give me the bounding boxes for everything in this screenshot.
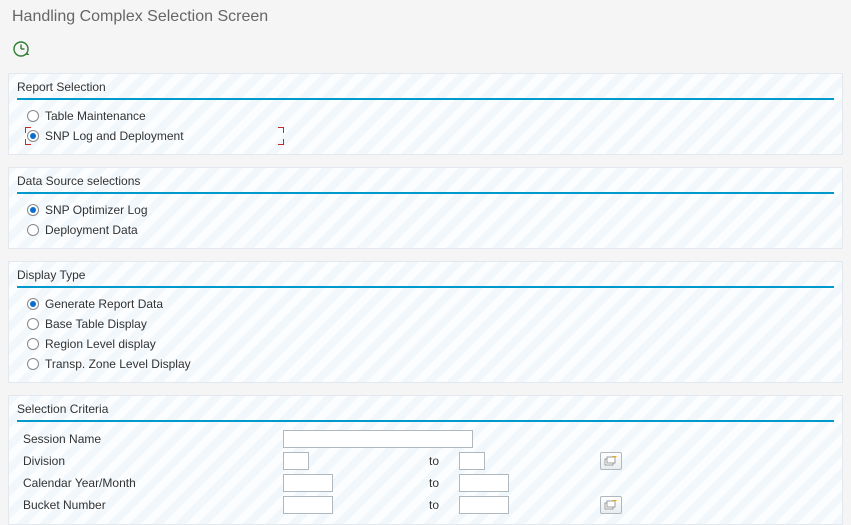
group-title: Report Selection [17,78,834,100]
group-title: Selection Criteria [17,400,834,422]
to-label: to [429,454,459,468]
page-title: Handling Complex Selection Screen [0,0,851,34]
radio-icon[interactable] [27,338,39,350]
field-label: Bucket Number [23,498,283,512]
multiple-selection-icon [604,499,618,511]
radio-row-snp-optimizer[interactable]: SNP Optimizer Log [17,200,834,220]
multiple-selection-icon [604,455,618,467]
focus-bracket-icon [278,127,284,133]
group-title: Display Type [17,266,834,288]
execute-icon[interactable] [12,40,30,58]
radio-label: Generate Report Data [45,297,163,311]
group-selection-criteria: Selection Criteria Session Name Division… [8,395,843,525]
radio-row-generate-report[interactable]: Generate Report Data [17,294,834,314]
group-data-source: Data Source selections SNP Optimizer Log… [8,167,843,249]
radio-icon[interactable] [27,358,39,370]
field-label: Division [23,454,283,468]
group-report-selection: Report Selection Table Maintenance SNP L… [8,73,843,155]
toolbar [0,34,851,73]
multiple-selection-button[interactable] [600,496,622,514]
criteria-row-session-name: Session Name [17,428,834,450]
group-title: Data Source selections [17,172,834,194]
field-label: Session Name [23,432,283,446]
radio-icon[interactable] [27,204,39,216]
radio-row-table-maintenance[interactable]: Table Maintenance [17,106,834,126]
bucket-from-input[interactable] [283,496,333,514]
radio-row-base-table[interactable]: Base Table Display [17,314,834,334]
session-name-input[interactable] [283,430,473,448]
radio-row-region-level[interactable]: Region Level display [17,334,834,354]
radio-icon[interactable] [27,298,39,310]
radio-label: Deployment Data [45,223,138,237]
radio-label: Table Maintenance [45,109,146,123]
radio-row-transp-zone[interactable]: Transp. Zone Level Display [17,354,834,374]
focus-bracket-icon [278,139,284,145]
focus-bracket-icon [25,139,31,145]
radio-label: Transp. Zone Level Display [45,357,191,371]
radio-icon[interactable] [27,318,39,330]
radio-label: SNP Log and Deployment [45,129,184,143]
radio-label: Base Table Display [45,317,147,331]
division-from-input[interactable] [283,452,309,470]
focus-bracket-icon [25,127,31,133]
field-label: Calendar Year/Month [23,476,283,490]
bucket-to-input[interactable] [459,496,509,514]
criteria-row-bucket-number: Bucket Number to [17,494,834,516]
radio-icon[interactable] [27,110,39,122]
radio-icon[interactable] [27,224,39,236]
radio-label: Region Level display [45,337,156,351]
radio-label: SNP Optimizer Log [45,203,148,217]
radio-row-deployment-data[interactable]: Deployment Data [17,220,834,240]
calyearmonth-to-input[interactable] [459,474,509,492]
radio-row-snp-log[interactable]: SNP Log and Deployment [17,126,834,146]
division-to-input[interactable] [459,452,485,470]
to-label: to [429,498,459,512]
calyearmonth-from-input[interactable] [283,474,333,492]
multiple-selection-button[interactable] [600,452,622,470]
to-label: to [429,476,459,490]
criteria-row-division: Division to [17,450,834,472]
group-display-type: Display Type Generate Report Data Base T… [8,261,843,383]
criteria-row-cal-year-month: Calendar Year/Month to [17,472,834,494]
